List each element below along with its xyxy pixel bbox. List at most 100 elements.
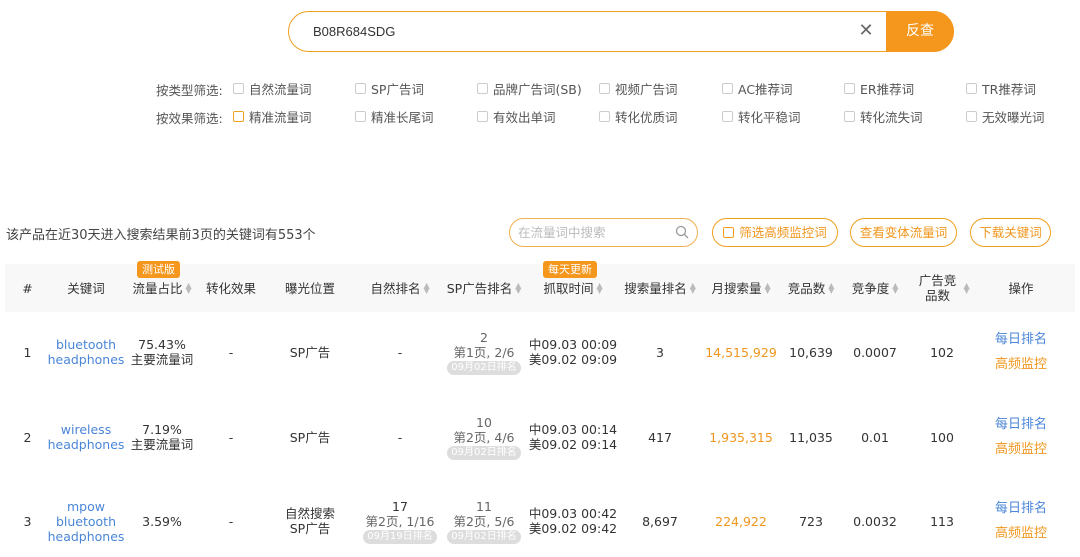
- filter-effect-option[interactable]: 转化流失词: [844, 106, 923, 126]
- sp-rank-page: 第1页, 2/6: [453, 344, 515, 360]
- sort-icon[interactable]: ▲ ▼: [892, 282, 898, 295]
- keyword-link[interactable]: wireless headphones: [48, 395, 125, 479]
- header-ad-competitors[interactable]: 广告竞品数 ▲ ▼: [908, 264, 976, 312]
- checkbox-icon[interactable]: [844, 110, 855, 122]
- keyword-text[interactable]: headphones: [48, 437, 125, 452]
- filter-effect-option[interactable]: 无效曝光词: [966, 106, 1045, 126]
- daily-rank-link[interactable]: 每日排名: [995, 417, 1047, 433]
- monthly-search-value[interactable]: 1,935,315: [709, 430, 773, 445]
- keyword-link[interactable]: mpow bluetooth headphones: [48, 479, 125, 557]
- monthly-search-cell[interactable]: 224,922: [702, 479, 780, 557]
- header-label: 月搜索量: [711, 280, 762, 296]
- checkbox-icon[interactable]: [233, 82, 244, 94]
- checkbox-icon[interactable]: [355, 82, 366, 94]
- keyword-text[interactable]: bluetooth: [56, 514, 116, 529]
- checkbox-icon[interactable]: [722, 82, 733, 94]
- filter-type-option[interactable]: 品牌广告词(SB): [477, 78, 582, 98]
- high-freq-monitor-link[interactable]: 高频监控: [995, 357, 1047, 373]
- header-label: 流量占比: [132, 280, 183, 296]
- sort-icon[interactable]: ▲ ▼: [828, 282, 834, 295]
- filter-type-option[interactable]: SP广告词: [355, 78, 424, 98]
- filter-type-option[interactable]: 自然流量词: [233, 78, 312, 98]
- monthly-search-value[interactable]: 14,515,929: [705, 345, 777, 360]
- checkbox-icon[interactable]: [599, 82, 610, 94]
- monthly-search-value[interactable]: 224,922: [715, 514, 767, 529]
- sp-rank-value: 11: [476, 498, 492, 514]
- traffic-share-value: 75.43%: [138, 337, 186, 352]
- checkbox-icon[interactable]: [477, 82, 488, 94]
- header-traffic-share[interactable]: 测试版 流量占比 ▲ ▼: [122, 261, 202, 312]
- download-keywords-button[interactable]: 下载关键词: [970, 218, 1051, 247]
- keyword-text[interactable]: headphones: [48, 529, 125, 544]
- sort-icon[interactable]: ▲ ▼: [597, 282, 603, 295]
- filter-type-option[interactable]: 视频广告词: [599, 78, 678, 98]
- checkbox-icon[interactable]: [966, 110, 977, 122]
- header-label: SP广告排名: [446, 280, 513, 296]
- search-icon[interactable]: [675, 225, 689, 239]
- filter-option-label: 无效曝光词: [982, 109, 1045, 125]
- checkbox-icon[interactable]: [477, 110, 488, 122]
- reverse-lookup-button[interactable]: 反查: [886, 11, 954, 52]
- sort-icon[interactable]: ▲ ▼: [515, 282, 521, 295]
- header-conversion: 转化效果: [205, 280, 256, 296]
- checkbox-icon[interactable]: [233, 110, 244, 122]
- header-search-rank[interactable]: 搜索量排名 ▲ ▼: [618, 264, 702, 312]
- header-fetch-time[interactable]: 每天更新 抓取时间 ▲ ▼: [528, 261, 618, 312]
- keyword-link[interactable]: bluetooth headphones: [48, 310, 125, 394]
- sort-icon[interactable]: ▲ ▼: [690, 282, 696, 295]
- keyword-text[interactable]: wireless: [61, 422, 111, 437]
- filter-type-option[interactable]: AC推荐词: [722, 78, 793, 98]
- header-competitors[interactable]: 竞品数 ▲ ▼: [780, 264, 842, 312]
- ad-competitors-value: 100: [930, 429, 954, 445]
- ad-competitors-value: 113: [930, 513, 954, 529]
- header-sp-rank[interactable]: SP广告排名 ▲ ▼: [440, 264, 528, 312]
- header-organic-rank[interactable]: 自然排名 ▲ ▼: [360, 264, 440, 312]
- sp-rank-cell: 2 第1页, 2/6 09月02日排名: [440, 310, 528, 394]
- sp-rank-cell: 11 第2页, 5/6 09月02日排名: [440, 479, 528, 557]
- competitors-cell: 723: [780, 479, 842, 557]
- view-variant-button[interactable]: 查看变体流量词: [850, 218, 957, 247]
- sp-rank-date-badge: 09月02日排名: [447, 445, 521, 460]
- filter-effect-option[interactable]: 转化平稳词: [722, 106, 801, 126]
- daily-rank-link[interactable]: 每日排名: [995, 501, 1047, 517]
- filter-type-option[interactable]: TR推荐词: [966, 78, 1036, 98]
- filter-type-option[interactable]: ER推荐词: [844, 78, 914, 98]
- monthly-search-cell[interactable]: 1,935,315: [702, 395, 780, 479]
- keyword-text[interactable]: bluetooth: [56, 337, 116, 352]
- high-freq-monitor-link[interactable]: 高频监控: [995, 442, 1047, 458]
- asin-search-input[interactable]: [313, 12, 853, 51]
- filter-effect-option[interactable]: 转化优质词: [599, 106, 678, 126]
- exposure-value: SP广告: [289, 521, 331, 536]
- keyword-text[interactable]: headphones: [48, 352, 125, 367]
- checkbox-icon[interactable]: [722, 110, 733, 122]
- filter-high-freq-button[interactable]: 筛选高频监控词: [712, 218, 838, 247]
- checkbox-icon[interactable]: [599, 110, 610, 122]
- header-monthly-search[interactable]: 月搜索量 ▲ ▼: [702, 264, 780, 312]
- organic-rank-value: -: [397, 429, 403, 445]
- filter-effect-option[interactable]: 精准流量词: [233, 106, 312, 126]
- close-icon[interactable]: ✕: [855, 20, 877, 42]
- checkbox-icon[interactable]: [723, 227, 735, 238]
- high-freq-monitor-link[interactable]: 高频监控: [995, 526, 1047, 542]
- organic-rank-date-badge: 09月19日排名: [363, 529, 437, 544]
- checkbox-icon[interactable]: [844, 82, 855, 94]
- keyword-search-input[interactable]: [518, 219, 678, 246]
- monthly-search-cell[interactable]: 14,515,929: [702, 310, 780, 394]
- sort-icon[interactable]: ▲ ▼: [424, 282, 430, 295]
- daily-rank-link[interactable]: 每日排名: [995, 332, 1047, 348]
- filter-effect-option[interactable]: 有效出单词: [477, 106, 556, 126]
- sort-icon[interactable]: ▲ ▼: [186, 282, 192, 295]
- filter-option-label: 视频广告词: [615, 81, 678, 97]
- checkbox-icon[interactable]: [355, 110, 366, 122]
- filter-option-label: TR推荐词: [982, 81, 1036, 97]
- sort-icon[interactable]: ▲ ▼: [964, 282, 970, 295]
- checkbox-icon[interactable]: [966, 82, 977, 94]
- sort-icon[interactable]: ▲ ▼: [765, 282, 771, 295]
- keyword-text[interactable]: mpow: [67, 499, 105, 514]
- filter-effect-label: 按效果筛选:: [156, 111, 223, 126]
- filter-effect-option[interactable]: 精准长尾词: [355, 106, 434, 126]
- organic-rank-value: 17: [392, 498, 408, 514]
- header-competition[interactable]: 竞争度 ▲ ▼: [842, 264, 908, 312]
- filter-option-label: 品牌广告词(SB): [493, 81, 582, 97]
- traffic-share-value: 3.59%: [142, 513, 182, 529]
